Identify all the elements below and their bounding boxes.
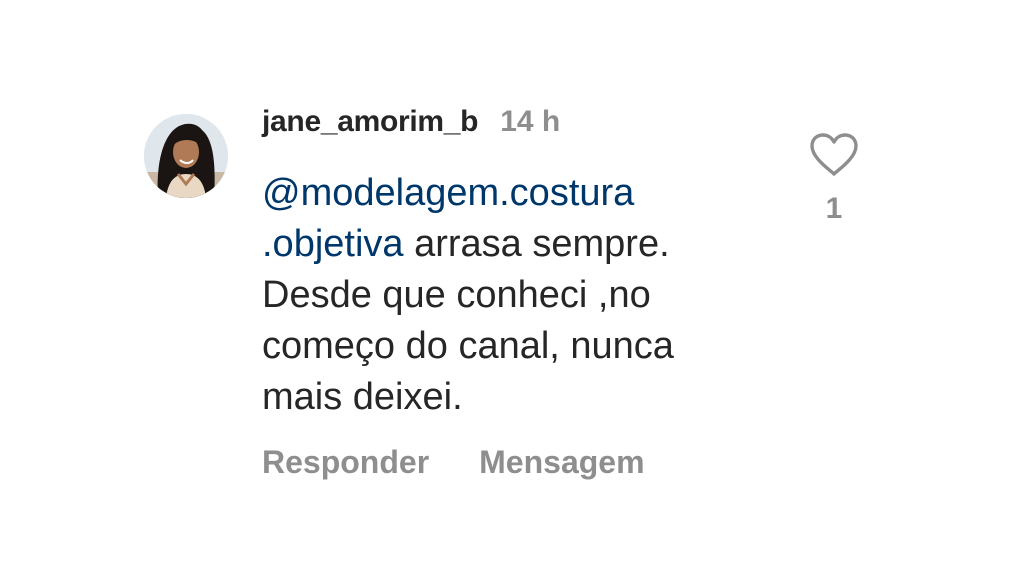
comment-text-segment: arrasa sempre. bbox=[403, 223, 670, 265]
comment-header: jane_amorim_b 14 h bbox=[262, 100, 560, 144]
mention-link-continued[interactable]: .objetiva bbox=[262, 223, 404, 265]
username[interactable]: jane_amorim_b bbox=[262, 105, 479, 139]
profile-photo-icon bbox=[144, 114, 228, 198]
comment-item: jane_amorim_b 14 h @modelagem.costura .o… bbox=[0, 0, 1024, 576]
message-button[interactable]: Mensagem bbox=[479, 444, 644, 481]
mention-link[interactable]: @modelagem.costura bbox=[262, 172, 634, 214]
comment-text-line: começo do canal, nunca bbox=[262, 325, 674, 367]
timestamp: 14 h bbox=[500, 105, 561, 138]
comment-actions: Responder Mensagem bbox=[262, 440, 645, 484]
like-count: 1 bbox=[825, 192, 843, 225]
heart-outline-icon[interactable] bbox=[808, 132, 860, 178]
like-button[interactable]: 1 bbox=[806, 132, 862, 226]
avatar[interactable] bbox=[144, 114, 228, 198]
reply-button[interactable]: Responder bbox=[262, 444, 429, 481]
comment-text: @modelagem.costura .objetiva arrasa semp… bbox=[262, 168, 762, 423]
comment-text-line: Desde que conheci ,no bbox=[262, 274, 651, 316]
comment-text-line: mais deixei. bbox=[262, 376, 463, 418]
